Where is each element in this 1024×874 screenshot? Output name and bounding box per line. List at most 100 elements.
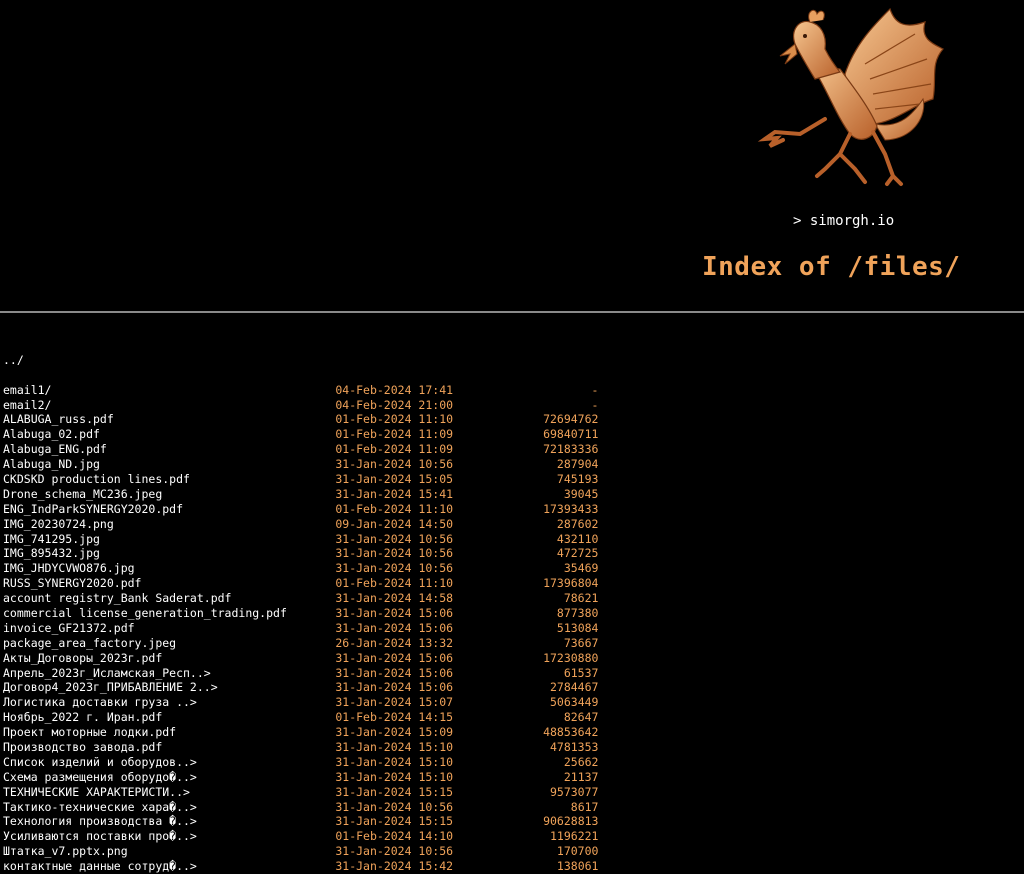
file-row[interactable]: Технология производства �..> 31-Jan-2024…: [3, 814, 1021, 829]
simorgh-griffin-logo-icon: [757, 7, 944, 186]
file-date: 31-Jan-2024 15:06: [335, 680, 454, 695]
file-row[interactable]: email1/ 04-Feb-2024 17:41 -: [3, 383, 1021, 398]
file-name-link[interactable]: Договор4_2023г_ПРИБАВЛЕНИЕ 2..>: [3, 680, 218, 694]
file-name-link[interactable]: Логистика доставки груза ..>: [3, 695, 197, 709]
file-name-link[interactable]: Тактико-технические хара�..>: [3, 800, 197, 814]
file-date: 31-Jan-2024 14:58: [335, 591, 454, 606]
file-name-link[interactable]: ТЕХНИЧЕСКИЕ ХАРАКТЕРИСТИ..>: [3, 785, 190, 799]
file-name-link[interactable]: email1/: [3, 383, 51, 397]
file-row[interactable]: Акты_Договоры_2023г.pdf 31-Jan-2024 15:0…: [3, 651, 1021, 666]
file-row[interactable]: invoice_GF21372.pdf 31-Jan-2024 15:06 51…: [3, 621, 1021, 636]
file-row[interactable]: Drone_schema_MC236.jpeg 31-Jan-2024 15:4…: [3, 487, 1021, 502]
file-name-link[interactable]: Alabuga_02.pdf: [3, 427, 100, 441]
file-name-link[interactable]: IMG_20230724.png: [3, 517, 114, 531]
file-size: 877380: [556, 605, 599, 620]
file-size: 61537: [563, 665, 599, 680]
file-date: 01-Feb-2024 14:15: [335, 710, 454, 725]
file-row[interactable]: account registry_Bank Saderat.pdf 31-Jan…: [3, 591, 1021, 606]
file-name-link[interactable]: Проект моторные лодки.pdf: [3, 725, 176, 739]
file-name-link[interactable]: Усиливаются поставки про�..>: [3, 829, 197, 843]
file-date: 31-Jan-2024 15:09: [335, 725, 454, 740]
file-row[interactable]: IMG_895432.jpg 31-Jan-2024 10:56 472725: [3, 546, 1021, 561]
file-row[interactable]: ENG_IndParkSYNERGY2020.pdf 01-Feb-2024 1…: [3, 502, 1021, 517]
file-name-link[interactable]: Alabuga_ENG.pdf: [3, 442, 107, 456]
file-size: 513084: [556, 620, 599, 635]
file-name-link[interactable]: IMG_895432.jpg: [3, 546, 100, 560]
file-row[interactable]: RUSS_SYNERGY2020.pdf 01-Feb-2024 11:10 1…: [3, 576, 1021, 591]
file-name-link[interactable]: Производство завода.pdf: [3, 740, 162, 754]
file-row[interactable]: Апрель_2023г_Исламская_Респ..> 31-Jan-20…: [3, 666, 1021, 681]
file-name-link[interactable]: CKDSKD production lines.pdf: [3, 472, 190, 486]
parent-directory-link[interactable]: ../: [3, 353, 1021, 368]
file-name-link[interactable]: Ноябрь_2022 г. Иран.pdf: [3, 710, 162, 724]
divider: [0, 311, 1024, 313]
file-date: 01-Feb-2024 11:10: [335, 501, 454, 516]
file-row[interactable]: Тактико-технические хара�..> 31-Jan-2024…: [3, 800, 1021, 815]
file-row[interactable]: контактные данные сотруд�..> 31-Jan-2024…: [3, 859, 1021, 874]
file-size: 745193: [556, 471, 599, 486]
file-row[interactable]: ALABUGA_russ.pdf 01-Feb-2024 11:10 72694…: [3, 412, 1021, 427]
file-name-link[interactable]: Список изделий и оборудов..>: [3, 755, 197, 769]
file-name-link[interactable]: package_area_factory.jpeg: [3, 636, 176, 650]
file-row[interactable]: Усиливаются поставки про�..> 01-Feb-2024…: [3, 829, 1021, 844]
file-name-link[interactable]: commercial license_generation_trading.pd…: [3, 606, 287, 620]
file-name-link[interactable]: Drone_schema_MC236.jpeg: [3, 487, 162, 501]
file-row[interactable]: Alabuga_02.pdf 01-Feb-2024 11:09 6984071…: [3, 427, 1021, 442]
file-row[interactable]: Alabuga_ENG.pdf 01-Feb-2024 11:09 721833…: [3, 442, 1021, 457]
file-date: 04-Feb-2024 17:41: [335, 382, 454, 397]
file-name-link[interactable]: RUSS_SYNERGY2020.pdf: [3, 576, 141, 590]
file-size: 138061: [556, 859, 599, 874]
file-size: 48853642: [543, 725, 599, 740]
file-row[interactable]: Договор4_2023г_ПРИБАВЛЕНИЕ 2..> 31-Jan-2…: [3, 680, 1021, 695]
file-row[interactable]: IMG_20230724.png 09-Jan-2024 14:50 28760…: [3, 517, 1021, 532]
file-date: 04-Feb-2024 21:00: [335, 397, 454, 412]
file-date: 31-Jan-2024 10:56: [335, 799, 454, 814]
file-size: 287904: [556, 457, 599, 472]
file-size: 8617: [570, 799, 599, 814]
file-size: 17230880: [543, 650, 599, 665]
file-size: 287602: [556, 516, 599, 531]
file-row[interactable]: Проект моторные лодки.pdf 31-Jan-2024 15…: [3, 725, 1021, 740]
file-row[interactable]: IMG_741295.jpg 31-Jan-2024 10:56 432110: [3, 532, 1021, 547]
site-link[interactable]: > simorgh.io: [793, 213, 894, 229]
file-row[interactable]: Ноябрь_2022 г. Иран.pdf 01-Feb-2024 14:1…: [3, 710, 1021, 725]
file-name-link[interactable]: invoice_GF21372.pdf: [3, 621, 135, 635]
file-row[interactable]: Список изделий и оборудов..> 31-Jan-2024…: [3, 755, 1021, 770]
file-row[interactable]: Логистика доставки груза ..> 31-Jan-2024…: [3, 695, 1021, 710]
file-size: 17393433: [543, 501, 599, 516]
file-name-link[interactable]: ENG_IndParkSYNERGY2020.pdf: [3, 502, 183, 516]
file-name-link[interactable]: account registry_Bank Saderat.pdf: [3, 591, 231, 605]
file-row[interactable]: IMG_JHDYCVWO876.jpg 31-Jan-2024 10:56 35…: [3, 561, 1021, 576]
file-row[interactable]: ТЕХНИЧЕСКИЕ ХАРАКТЕРИСТИ..> 31-Jan-2024 …: [3, 785, 1021, 800]
file-size: 39045: [563, 486, 599, 501]
file-name-link[interactable]: Акты_Договоры_2023г.pdf: [3, 651, 162, 665]
file-row[interactable]: package_area_factory.jpeg 26-Jan-2024 13…: [3, 636, 1021, 651]
file-name-link[interactable]: IMG_JHDYCVWO876.jpg: [3, 561, 135, 575]
file-row[interactable]: Схема размещения оборудо�..> 31-Jan-2024…: [3, 770, 1021, 785]
file-date: 31-Jan-2024 15:06: [335, 650, 454, 665]
file-name-link[interactable]: IMG_741295.jpg: [3, 532, 100, 546]
file-name-link[interactable]: контактные данные сотруд�..>: [3, 859, 197, 873]
file-name-link[interactable]: ALABUGA_russ.pdf: [3, 412, 114, 426]
file-date: 31-Jan-2024 15:10: [335, 754, 454, 769]
file-size: 73667: [563, 635, 599, 650]
page-title: Index of /files/: [702, 252, 961, 282]
file-name-link[interactable]: Штатка_v7.pptx.png: [3, 844, 128, 858]
file-name-link[interactable]: Схема размещения оборудо�..>: [3, 770, 197, 784]
file-date: 01-Feb-2024 11:09: [335, 427, 454, 442]
file-size: 5063449: [550, 695, 599, 710]
file-name-link[interactable]: Апрель_2023г_Исламская_Респ..>: [3, 666, 211, 680]
file-date: 31-Jan-2024 10:56: [335, 457, 454, 472]
file-date: 31-Jan-2024 10:56: [335, 844, 454, 859]
file-row[interactable]: CKDSKD production lines.pdf 31-Jan-2024 …: [3, 472, 1021, 487]
file-date: 31-Jan-2024 15:06: [335, 665, 454, 680]
file-row[interactable]: Alabuga_ND.jpg 31-Jan-2024 10:56 287904: [3, 457, 1021, 472]
file-row[interactable]: commercial license_generation_trading.pd…: [3, 606, 1021, 621]
file-listing: ../ email1/ 04-Feb-2024 17:41 - email2/ 0…: [3, 323, 1021, 874]
file-row[interactable]: Производство завода.pdf 31-Jan-2024 15:1…: [3, 740, 1021, 755]
file-name-link[interactable]: email2/: [3, 398, 51, 412]
file-name-link[interactable]: Alabuga_ND.jpg: [3, 457, 100, 471]
file-name-link[interactable]: Технология производства �..>: [3, 814, 197, 828]
file-row[interactable]: Штатка_v7.pptx.png 31-Jan-2024 10:56 170…: [3, 844, 1021, 859]
file-row[interactable]: email2/ 04-Feb-2024 21:00 -: [3, 398, 1021, 413]
